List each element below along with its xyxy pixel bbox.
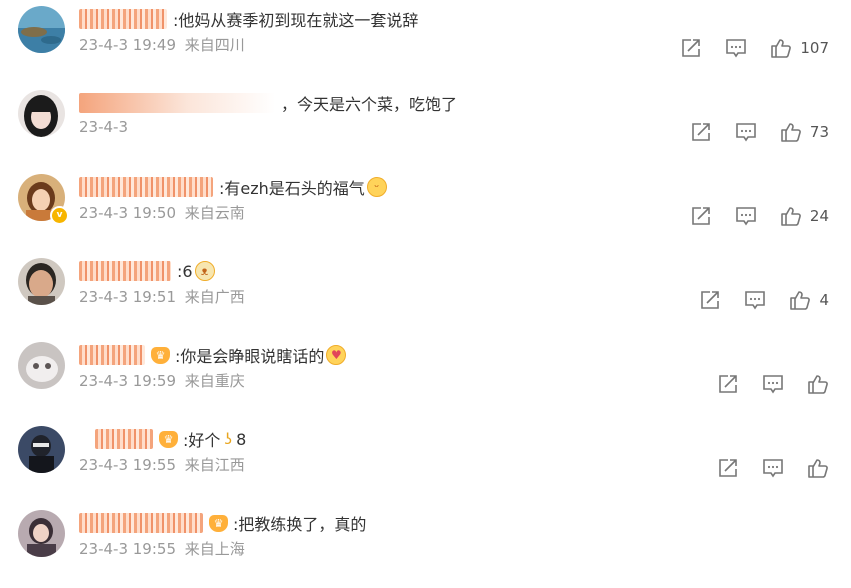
username-redacted[interactable]	[79, 345, 145, 365]
comment-item: v :有ezh是石头的福气 ᵕ 23-4-3 19:50 来自云南 24	[0, 168, 851, 252]
comment-icon	[736, 207, 756, 226]
like-count: 4	[819, 291, 829, 309]
thumbs-up-icon	[808, 375, 828, 394]
comment-item: :6 ᴥ 23-4-3 19:51 来自广西 4	[0, 252, 851, 336]
avatar[interactable]	[18, 342, 65, 389]
like-count: 107	[800, 39, 829, 57]
share-icon	[692, 207, 710, 225]
thumbs-up-icon	[808, 459, 828, 478]
username-redacted[interactable]	[95, 429, 153, 449]
share-icon	[719, 459, 737, 477]
avatar[interactable]	[18, 426, 65, 473]
vip-crown-icon: ♛	[151, 346, 170, 364]
share-icon	[701, 291, 720, 309]
username-redacted[interactable]	[79, 9, 167, 29]
comment-button[interactable]	[735, 206, 757, 226]
like-button[interactable]	[807, 374, 829, 394]
comment-item: :他妈从赛季初到现在就这一套说辞 23-4-3 19:49 来自四川 107	[0, 0, 851, 84]
comment-time: 23-4-3 19:49	[79, 36, 176, 54]
comment-button[interactable]	[744, 290, 766, 310]
kiss-emoji-icon: ♥	[326, 345, 347, 365]
share-icon	[692, 123, 710, 141]
share-button[interactable]	[690, 122, 712, 142]
like-button[interactable]: 73	[780, 122, 829, 142]
comment-location: 来自云南	[184, 204, 245, 222]
smile-emoji-icon: ᵕ	[366, 177, 387, 197]
share-button[interactable]	[680, 38, 702, 58]
comment-text-suffix: 8	[236, 429, 247, 449]
comment-location: 来自江西	[184, 456, 245, 474]
thumbs-up-icon	[771, 39, 792, 58]
like-button[interactable]: 24	[780, 206, 829, 226]
share-button[interactable]	[717, 374, 739, 394]
like-count: 24	[809, 207, 829, 225]
hook-emoji-icon: ʖ	[224, 430, 233, 448]
like-button[interactable]: 4	[789, 290, 829, 310]
dog-emoji-icon: ᴥ	[194, 261, 215, 281]
share-icon	[719, 375, 737, 393]
comment-text: :他妈从赛季初到现在就这一套说辞	[173, 11, 419, 30]
avatar[interactable]	[18, 6, 65, 53]
username-redacted[interactable]	[79, 261, 171, 281]
avatar[interactable]	[18, 510, 65, 557]
comment-location: 来自重庆	[184, 372, 245, 390]
comment-item: ♛ :好个 ʖ 8 23-4-3 19:55 来自江西	[0, 420, 851, 504]
verified-badge-icon: v	[50, 206, 69, 225]
like-button[interactable]: 107	[770, 38, 829, 58]
comment-time: 23-4-3 19:55	[79, 540, 176, 558]
avatar[interactable]	[18, 258, 65, 305]
comment-location: 来自上海	[184, 540, 245, 558]
username-redacted[interactable]	[79, 513, 203, 533]
comment-icon	[726, 39, 747, 58]
avatar[interactable]	[18, 90, 65, 137]
share-button[interactable]	[717, 458, 739, 478]
comment-icon	[745, 291, 766, 310]
vip-crown-icon: ♛	[159, 430, 178, 448]
comment-text: :把教练换了，真的	[233, 515, 367, 534]
comment-button[interactable]	[725, 38, 747, 58]
comment-time: 23-4-3 19:59	[79, 372, 176, 390]
share-button[interactable]	[690, 206, 712, 226]
comment-text: :有ezh是石头的福气	[219, 179, 365, 198]
comment-time: 23-4-3 19:55	[79, 456, 176, 474]
thumbs-up-icon	[781, 207, 801, 226]
comment-text: ，今天是六个菜，吃饱了	[281, 95, 458, 114]
vip-crown-icon: ♛	[209, 514, 228, 532]
comment-item: ♛ :把教练换了，真的 23-4-3 19:55 来自上海	[0, 504, 851, 588]
comment-button[interactable]	[762, 458, 784, 478]
comment-item: ♛ :你是会睁眼说瞎话的 ♥ 23-4-3 19:59 来自重庆	[0, 336, 851, 420]
comment-time: 23-4-3 19:50	[79, 204, 176, 222]
comment-text: :6	[177, 261, 193, 281]
thumbs-up-icon	[781, 123, 801, 142]
comment-time: 23-4-3 19:51	[79, 288, 176, 306]
username-redacted[interactable]	[79, 93, 275, 113]
comment-location: 来自四川	[184, 36, 245, 54]
share-icon	[682, 39, 701, 57]
comment-icon	[763, 375, 783, 394]
like-count: 73	[809, 123, 829, 141]
comment-icon	[763, 459, 783, 478]
comment-location: 来自广西	[184, 288, 245, 306]
comment-text: :你是会睁眼说瞎话的	[175, 347, 325, 366]
comment-button[interactable]	[762, 374, 784, 394]
thumbs-up-icon	[790, 291, 811, 310]
share-button[interactable]	[699, 290, 721, 310]
username-redacted[interactable]	[79, 177, 213, 197]
comment-icon	[736, 123, 756, 142]
comment-button[interactable]	[735, 122, 757, 142]
comment-text: :好个	[183, 431, 221, 450]
comment-item: ，今天是六个菜，吃饱了 23-4-3 73	[0, 84, 851, 168]
like-button[interactable]	[807, 458, 829, 478]
comment-time: 23-4-3	[79, 118, 128, 136]
